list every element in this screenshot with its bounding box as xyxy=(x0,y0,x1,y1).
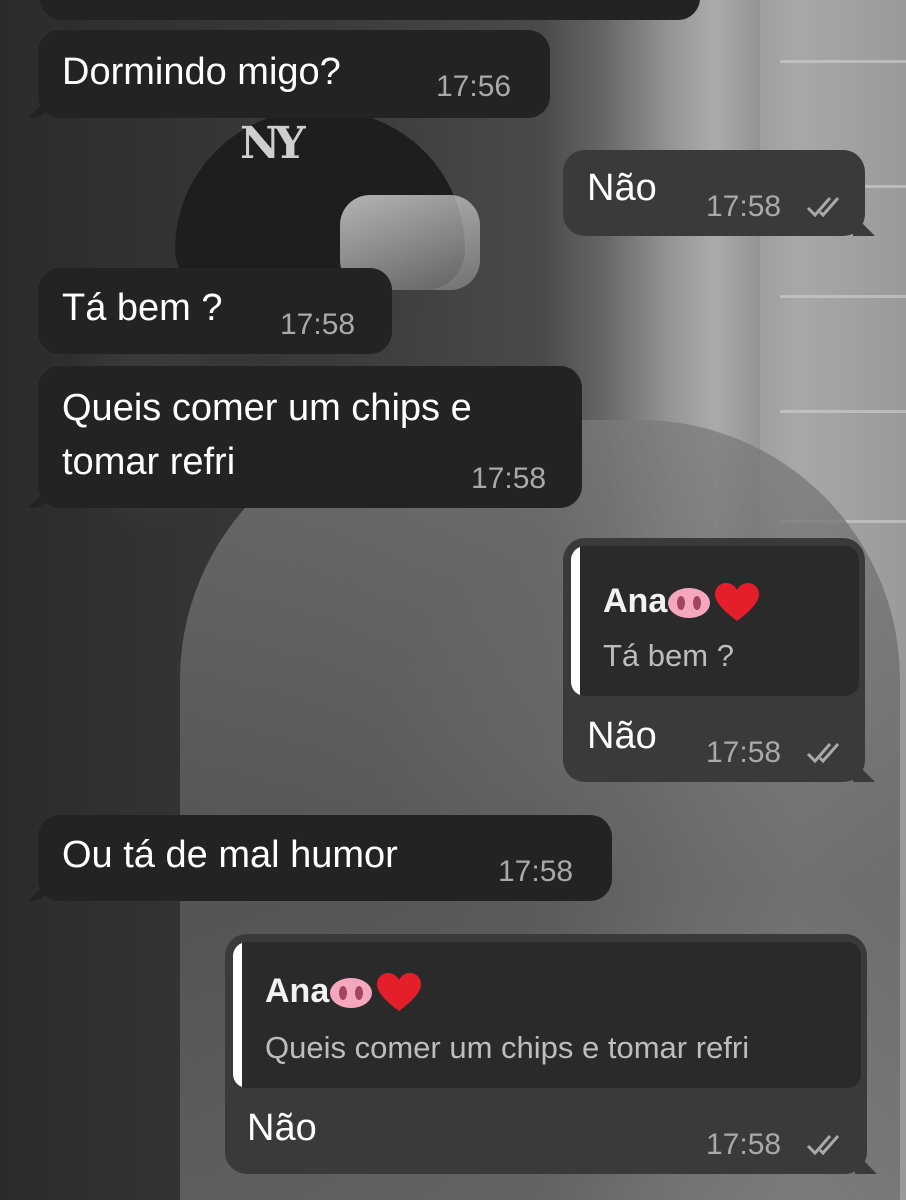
quote-accent-bar xyxy=(571,546,580,696)
message-text: Dormindo migo? xyxy=(62,51,341,93)
quote-author-name: Ana xyxy=(603,582,668,620)
quoted-message[interactable]: Ana Queis comer um chips e tomar refri xyxy=(233,942,861,1088)
quote-author-name: Ana xyxy=(265,972,330,1010)
double-check-icon xyxy=(806,743,840,764)
message-bubble-incoming[interactable]: Dormindo migo? 17:56 xyxy=(28,30,550,118)
quote-author: Ana xyxy=(265,972,422,1013)
message-time: 17:56 xyxy=(436,70,512,103)
pig-nose-emoji xyxy=(668,588,711,619)
message-time: 17:58 xyxy=(498,855,574,888)
red-heart-emoji xyxy=(715,583,760,622)
message-time: 17:58 xyxy=(706,190,782,223)
quote-text: Tá bem ? xyxy=(603,638,734,673)
message-text-line: Queis comer um chips e xyxy=(62,387,472,429)
message-text: Não xyxy=(587,715,657,757)
message-text: Não xyxy=(587,167,657,209)
double-check-icon xyxy=(806,1135,840,1156)
double-check-icon xyxy=(806,197,840,218)
wallpaper-shelf xyxy=(780,295,906,298)
previous-message-bubble[interactable] xyxy=(40,0,700,20)
quote-text: Queis comer um chips e tomar refri xyxy=(265,1030,750,1065)
pig-nose-emoji xyxy=(330,978,373,1009)
message-bubble-outgoing-reply[interactable]: Ana Queis comer um chips e tomar refri N… xyxy=(225,934,877,1174)
wallpaper-shelf xyxy=(780,410,906,413)
message-text-line: tomar refri xyxy=(62,441,236,483)
message-time: 17:58 xyxy=(706,736,782,769)
message-bubble-outgoing[interactable]: Não 17:58 xyxy=(563,150,875,236)
quote-author: Ana xyxy=(603,582,760,623)
red-heart-emoji xyxy=(377,973,422,1012)
message-bubble-incoming[interactable]: Tá bem ? 17:58 xyxy=(38,268,392,354)
message-time: 17:58 xyxy=(706,1128,782,1161)
message-bubble-outgoing-reply[interactable]: Ana Tá bem ? Não 17:58 xyxy=(563,538,875,782)
wallpaper-shelf xyxy=(780,60,906,63)
message-time: 17:58 xyxy=(471,462,547,495)
message-text: Tá bem ? xyxy=(62,287,223,329)
message-bubble-incoming[interactable]: Queis comer um chips e tomar refri 17:58 xyxy=(28,366,582,508)
message-bubble-incoming[interactable]: Ou tá de mal humor 17:58 xyxy=(28,815,612,901)
quoted-message[interactable]: Ana Tá bem ? xyxy=(571,546,859,696)
message-time: 17:58 xyxy=(280,308,356,341)
message-text: Ou tá de mal humor xyxy=(62,834,398,876)
wallpaper-cap-logo: NY xyxy=(240,118,306,169)
quote-accent-bar xyxy=(233,942,242,1088)
message-text: Não xyxy=(247,1107,317,1149)
